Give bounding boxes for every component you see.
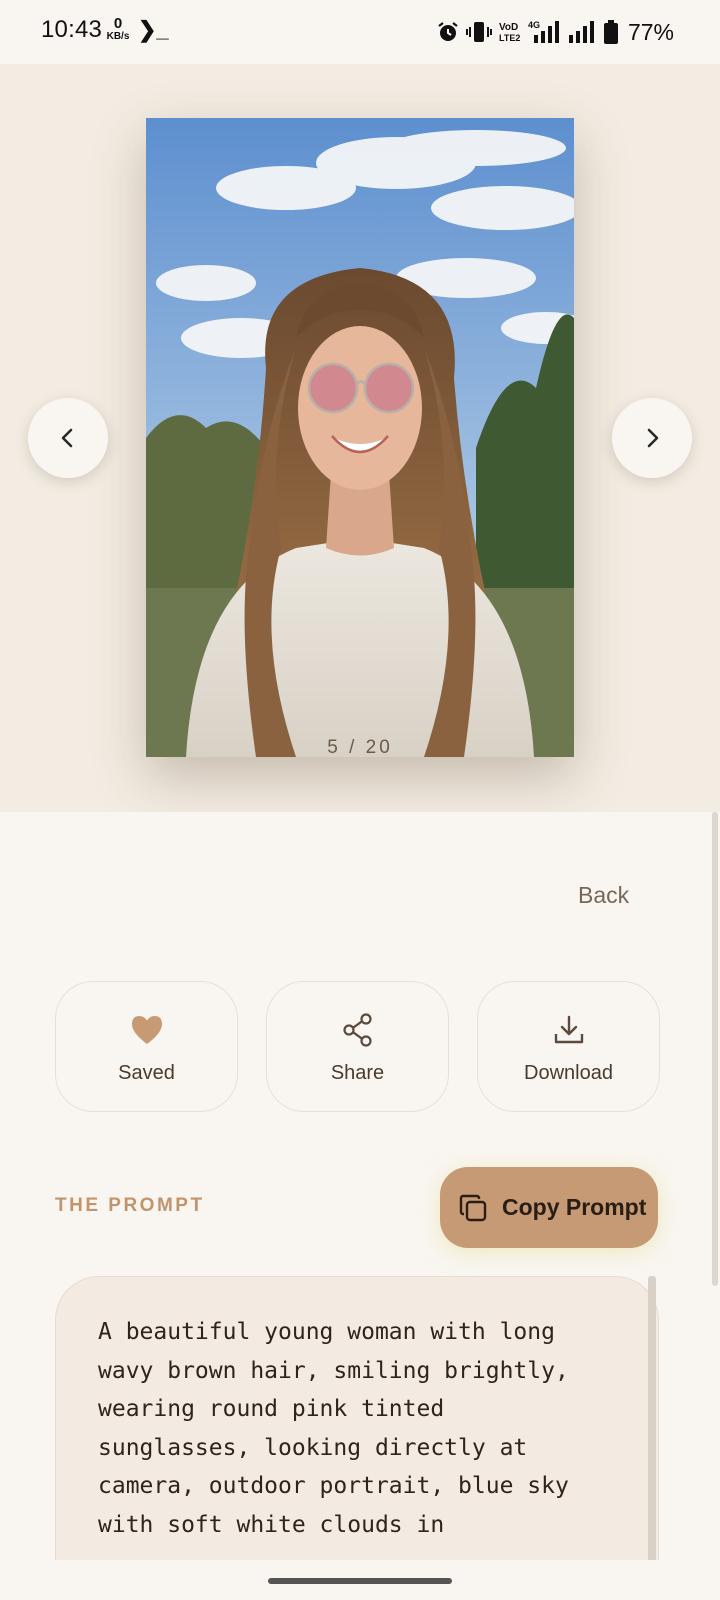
image-counter: 5 / 20 — [327, 737, 393, 757]
copy-prompt-button[interactable]: Copy Prompt — [440, 1167, 658, 1248]
svg-text:Vo: Vo — [499, 22, 511, 33]
svg-text:D: D — [511, 22, 518, 33]
download-icon — [554, 1015, 583, 1044]
vibrate-icon — [465, 22, 492, 42]
share-label: Share — [330, 1062, 385, 1084]
network-speed: 0 KB/s — [104, 16, 132, 42]
prompt-card: A beautiful young woman with long wavy b… — [55, 1276, 659, 1576]
prompt-scrollbar[interactable] — [648, 1276, 656, 1576]
prompt-text: A beautiful young woman with long wavy b… — [98, 1319, 569, 1538]
sheet-scrollbar[interactable] — [712, 812, 718, 1286]
signal-icon — [568, 21, 594, 43]
network-speed-value: 0 — [113, 15, 123, 32]
saved-label: Saved — [118, 1062, 175, 1084]
heart-icon — [131, 1016, 162, 1044]
status-bar: 10:43 0 KB/s ❯_ Vo D LTE2 4G 77% — [0, 0, 720, 64]
download-label: Download — [524, 1062, 613, 1084]
portrait-image[interactable]: 5 / 20 — [146, 118, 574, 757]
svg-text:4G: 4G — [528, 20, 540, 30]
next-image-button[interactable] — [612, 398, 692, 478]
chevron-left-icon — [61, 428, 73, 448]
saved-button[interactable]: Saved — [55, 981, 238, 1112]
copy-icon — [459, 1194, 487, 1221]
status-time: 10:43 — [41, 16, 103, 43]
battery-icon — [603, 20, 618, 44]
network-speed-unit: KB/s — [106, 31, 130, 42]
share-icon — [342, 1013, 372, 1047]
alarm-icon — [438, 22, 458, 41]
terminal-icon: ❯_ — [138, 17, 169, 42]
download-button[interactable]: Download — [477, 981, 660, 1112]
volte-icon: Vo D LTE2 — [499, 22, 520, 43]
image-viewer: 5 / 20 — [0, 64, 720, 812]
signal-4g-icon: 4G — [528, 20, 559, 43]
previous-image-button[interactable] — [28, 398, 108, 478]
action-row: Saved Share Download — [55, 981, 660, 1112]
back-button[interactable]: Back — [578, 882, 629, 909]
home-gesture-bar[interactable] — [268, 1578, 452, 1584]
portrait-photo — [146, 118, 574, 757]
status-icons: Vo D LTE2 4G 77% — [436, 18, 674, 46]
prompt-section-title: THE PROMPT — [55, 1195, 205, 1216]
share-button[interactable]: Share — [266, 981, 449, 1112]
chevron-right-icon — [647, 428, 659, 448]
svg-text:LTE2: LTE2 — [499, 33, 520, 43]
copy-prompt-label: Copy Prompt — [502, 1194, 647, 1220]
battery-percent: 77% — [627, 18, 674, 45]
